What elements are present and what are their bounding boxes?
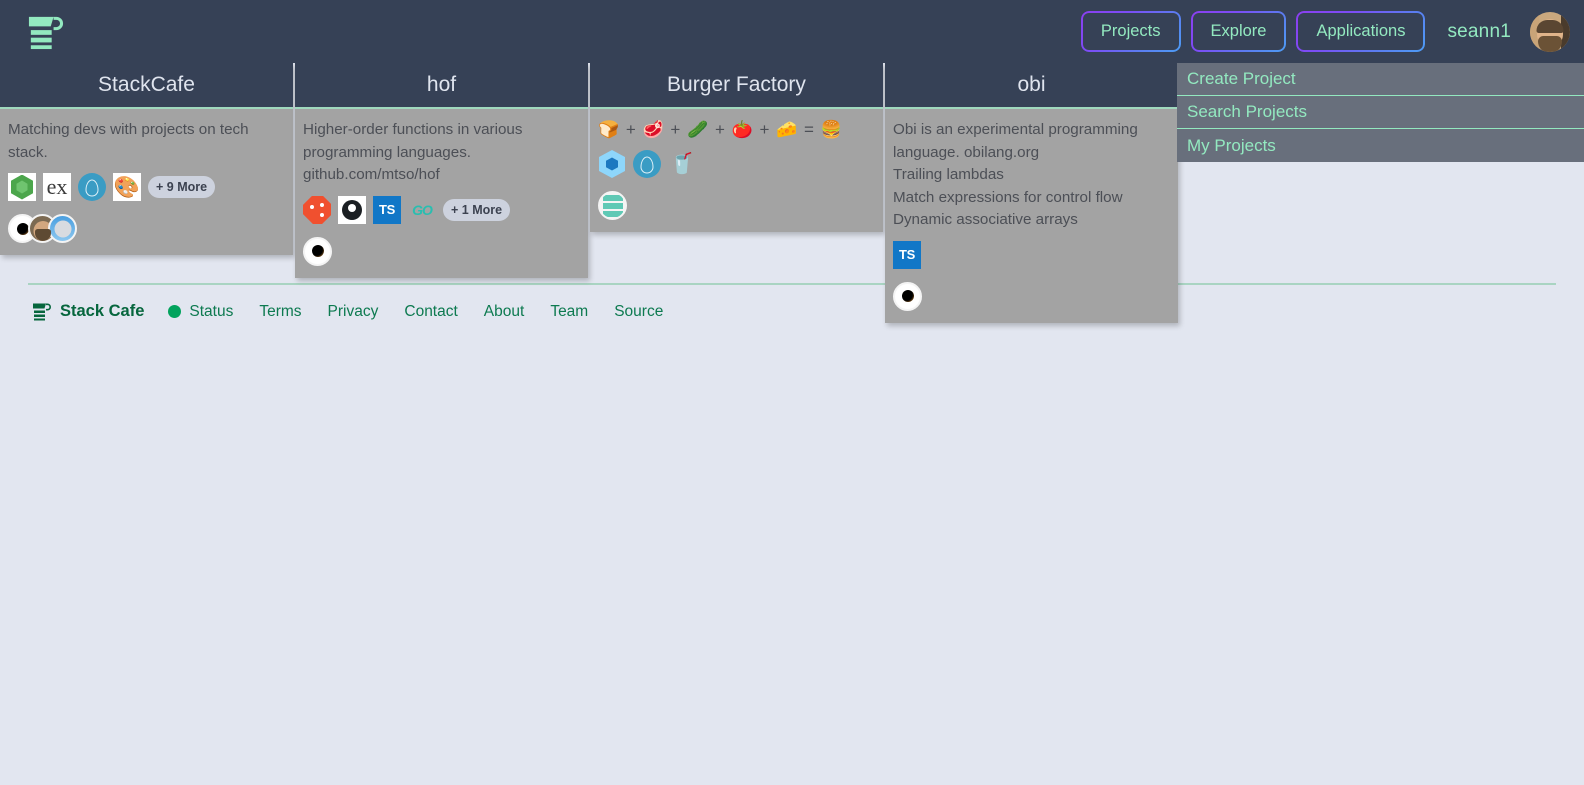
card-header: Burger Factory	[590, 63, 883, 109]
tech-more-badge[interactable]: + 1 More	[443, 198, 511, 221]
go-icon[interactable]: GO	[408, 196, 436, 224]
card-description: Higher-order functions in various progra…	[303, 121, 523, 183]
tech-stack-row: TS	[893, 240, 1170, 270]
card-header: hof	[295, 63, 588, 109]
card-title: obi	[1017, 73, 1046, 96]
card-body: Matching devs with projects on tech stac…	[0, 109, 293, 255]
card-title: Burger Factory	[667, 73, 806, 96]
dropdown-item-create-project[interactable]: Create Project	[1177, 63, 1584, 96]
dropdown-item-search-projects[interactable]: Search Projects	[1177, 96, 1584, 129]
card-emoji-description: 🍞 + 🥩 + 🥒 + 🍅 + 🧀 = 🍔	[598, 120, 843, 139]
nav-button-projects[interactable]: Projects	[1080, 11, 1181, 52]
sinatra-icon[interactable]: 🎨	[113, 173, 141, 201]
tech-stack-row: ex 🎨 + 9 More	[8, 172, 285, 202]
avatar[interactable]	[598, 191, 627, 220]
navbar-username[interactable]: seann1	[1447, 21, 1511, 43]
stack-cafe-cup-logo-icon[interactable]	[25, 14, 67, 50]
avatar[interactable]	[303, 236, 332, 266]
card-description: Obi is an experimental programming langu…	[893, 121, 1138, 228]
projects-dropdown-menu: Create Project Search Projects My Projec…	[1177, 63, 1584, 162]
member-avatar-stack	[303, 236, 580, 266]
project-card-burger-factory[interactable]: Burger Factory 🍞 + 🥩 + 🥒 + 🍅 + 🧀 = 🍔 🥤	[590, 63, 883, 232]
nodejs-icon[interactable]	[8, 173, 36, 201]
card-body: Higher-order functions in various progra…	[295, 109, 588, 278]
card-header: StackCafe	[0, 63, 293, 109]
card-header: obi	[885, 63, 1178, 109]
tech-stack-row: 🥤	[598, 149, 875, 179]
navbar-user-avatar[interactable]	[1530, 11, 1570, 52]
avatar[interactable]	[48, 214, 77, 243]
project-card-hof[interactable]: hof Higher-order functions in various pr…	[295, 63, 588, 278]
card-title: StackCafe	[98, 73, 195, 96]
card-body: 🍞 + 🥩 + 🥒 + 🍅 + 🧀 = 🍔 🥤	[590, 109, 883, 232]
card-description: Matching devs with projects on tech stac…	[8, 121, 249, 161]
git-icon[interactable]	[303, 195, 331, 224]
typescript-icon[interactable]: TS	[373, 195, 401, 224]
dropdown-item-my-projects[interactable]: My Projects	[1177, 129, 1584, 162]
tech-more-badge[interactable]: + 9 More	[148, 176, 216, 198]
nav-button-applications[interactable]: Applications	[1296, 11, 1426, 52]
navbar-right-group: Projects Explore Applications seann1	[1080, 0, 1570, 63]
member-avatar-stack	[893, 281, 1170, 311]
nav-button-explore[interactable]: Explore	[1190, 11, 1287, 52]
typescript-icon[interactable]: TS	[893, 240, 921, 269]
express-icon[interactable]: ex	[43, 173, 71, 201]
elixir-icon[interactable]	[78, 173, 106, 201]
avatar[interactable]	[893, 281, 922, 311]
project-card-stackcafe[interactable]: StackCafe Matching devs with projects on…	[0, 63, 293, 255]
card-body: Obi is an experimental programming langu…	[885, 109, 1178, 323]
card-title: hof	[426, 73, 457, 96]
tech-stack-row: TS GO + 1 More	[303, 195, 580, 225]
github-icon[interactable]	[338, 195, 366, 224]
project-card-obi[interactable]: obi Obi is an experimental programming l…	[885, 63, 1178, 323]
top-navbar: Projects Explore Applications seann1	[0, 0, 1584, 63]
webpack-icon[interactable]	[598, 150, 626, 178]
elixir-icon[interactable]	[633, 150, 661, 178]
member-avatar-stack	[598, 191, 875, 220]
member-avatar-stack	[8, 214, 285, 243]
soda-cup-icon[interactable]: 🥤	[668, 150, 696, 178]
